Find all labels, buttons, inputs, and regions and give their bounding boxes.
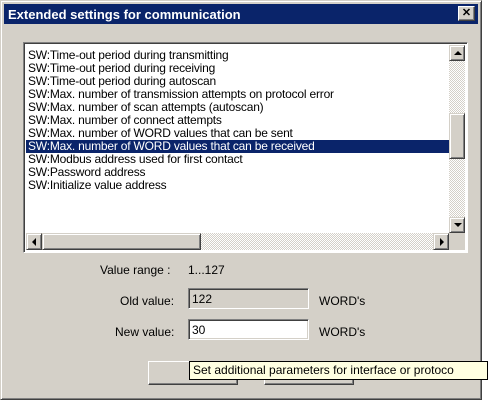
arrow-right-icon bbox=[440, 238, 444, 246]
parameter-list: SW:Time-out period during transmitting S… bbox=[26, 45, 449, 233]
parameter-listbox[interactable]: SW:Time-out period during transmitting S… bbox=[23, 42, 468, 253]
horizontal-scroll-thumb[interactable] bbox=[42, 233, 201, 250]
value-range-label: Value range : bbox=[100, 263, 171, 277]
close-icon: ✕ bbox=[461, 7, 472, 19]
vertical-scroll-thumb[interactable] bbox=[449, 113, 465, 159]
horizontal-scrollbar[interactable] bbox=[26, 233, 449, 250]
arrow-up-icon bbox=[454, 51, 462, 55]
close-button[interactable]: ✕ bbox=[458, 6, 475, 21]
tooltip: Set additional parameters for interface … bbox=[189, 361, 488, 380]
arrow-down-icon bbox=[454, 223, 462, 227]
list-item[interactable]: SW:Initialize value address bbox=[26, 179, 449, 192]
new-value-label: New value: bbox=[115, 325, 175, 339]
vertical-scrollbar[interactable] bbox=[449, 45, 465, 233]
scroll-right-button[interactable] bbox=[433, 233, 449, 250]
extended-settings-dialog: Extended settings for communication ✕ SW… bbox=[0, 0, 482, 400]
arrow-left-icon bbox=[32, 238, 36, 246]
old-value-unit: WORD's bbox=[319, 294, 366, 308]
new-value-unit: WORD's bbox=[319, 325, 366, 339]
scroll-left-button[interactable] bbox=[26, 233, 42, 250]
scrollbar-corner bbox=[449, 233, 465, 250]
old-value-label: Old value: bbox=[120, 294, 175, 308]
scroll-up-button[interactable] bbox=[449, 45, 465, 61]
title-bar[interactable]: Extended settings for communication ✕ bbox=[4, 4, 478, 24]
new-value-input[interactable]: 30 bbox=[188, 319, 309, 340]
value-range-value: 1...127 bbox=[188, 263, 225, 277]
scroll-down-button[interactable] bbox=[449, 217, 465, 233]
dialog-title: Extended settings for communication bbox=[8, 7, 241, 22]
old-value-field: 122 bbox=[188, 288, 309, 309]
